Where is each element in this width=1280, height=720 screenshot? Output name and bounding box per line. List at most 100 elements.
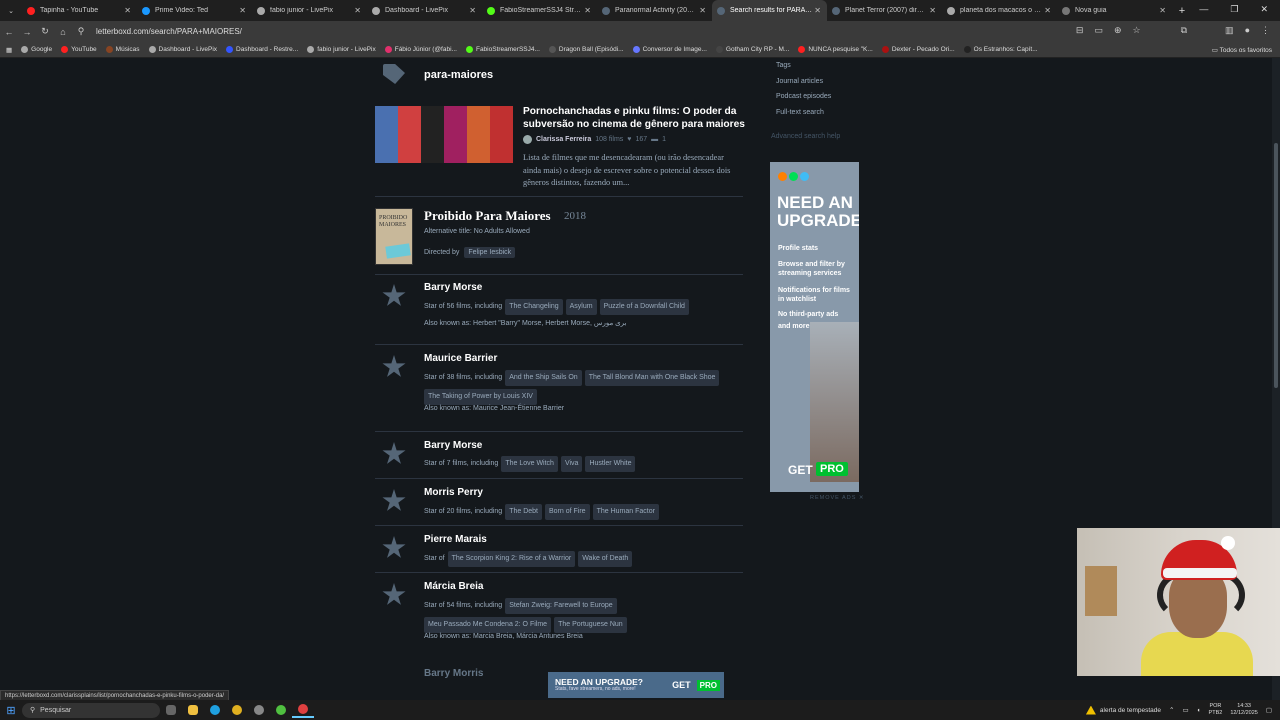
film-chip[interactable]: Stefan Zweig: Farewell to Europe	[505, 598, 617, 614]
bookmark-item[interactable]: Dexter - Pecado Ori...	[881, 46, 955, 53]
bookmark-item[interactable]: NUNCA pesquise "K...	[798, 46, 873, 53]
bookmark-item[interactable]: Dashboard - LivePix	[148, 46, 217, 53]
list-title[interactable]: Pornochanchadas e pinku films: O poder d…	[523, 105, 748, 131]
film-chip[interactable]: Hustler White	[585, 456, 636, 472]
film-chip[interactable]: The Taking of Power by Louis XIV	[424, 389, 537, 405]
sidebar-link[interactable]: Podcast episodes	[776, 89, 831, 105]
film-title[interactable]: Proibido Para Maiores	[424, 208, 551, 224]
film-chip[interactable]: Asylum	[565, 299, 597, 315]
bookmark-item[interactable]: Dashboard - Restre...	[226, 46, 298, 53]
film-chip[interactable]: Wake of Death	[578, 551, 633, 567]
minimize-icon[interactable]: —	[1199, 4, 1208, 15]
bookmark-item[interactable]: FabioStreamerSSJ4...	[465, 46, 540, 53]
bookmark-item[interactable]: Fábio Júnior (@fabi...	[384, 46, 457, 53]
remove-ads-link[interactable]: REMOVE ADS ✕	[810, 495, 865, 501]
browser-tab[interactable]: fabio junior - LivePix ✕	[252, 0, 367, 21]
extensions-icon[interactable]: ⧉	[1181, 25, 1187, 36]
profile-icon[interactable]: ●	[1245, 25, 1250, 36]
bookmark-item[interactable]: Google	[21, 46, 52, 53]
list-posters[interactable]	[375, 106, 513, 163]
network-icon[interactable]: ▭	[1182, 706, 1188, 714]
apps-icon[interactable]: ▦	[6, 46, 12, 54]
tray-chevron-icon[interactable]: ⌃	[1169, 706, 1174, 714]
film-chip[interactable]: The Scorpion King 2: Rise of a Warrior	[447, 551, 576, 567]
film-chip[interactable]: The Human Factor	[592, 504, 659, 520]
app-icon[interactable]	[270, 702, 292, 718]
menu-icon[interactable]: ⋮	[1261, 25, 1270, 36]
browser-tab[interactable]: Nova guia ✕	[1057, 0, 1172, 21]
cast-icon[interactable]: ▭	[1094, 25, 1103, 36]
edge-icon[interactable]	[204, 702, 226, 718]
tab-close-icon[interactable]: ✕	[354, 6, 361, 15]
bookmark-item[interactable]: Os Estranhos: Capít...	[963, 46, 1038, 53]
home-icon[interactable]: ⌂	[54, 27, 72, 37]
sidebar-link[interactable]: Journal articles	[776, 74, 831, 90]
tab-menu[interactable]: ⌄	[0, 0, 22, 21]
bookmark-item[interactable]: Gotham City RP - M...	[715, 46, 789, 53]
settings-icon[interactable]	[248, 702, 270, 718]
list-author[interactable]: Clarissa Ferreira	[536, 136, 591, 143]
bookmark-item[interactable]: Conversor de Image...	[632, 46, 707, 53]
tab-close-icon[interactable]: ✕	[814, 6, 821, 15]
film-chip[interactable]: Puzzle of a Downfall Child	[599, 299, 689, 315]
film-chip[interactable]: Viva	[560, 456, 583, 472]
install-icon[interactable]: ⊟	[1076, 25, 1084, 36]
tab-close-icon[interactable]: ✕	[239, 6, 246, 15]
film-chip[interactable]: Meu Passado Me Condena 2: O Filme	[424, 617, 552, 633]
browser-tab[interactable]: FabioStreamerSSJ4 Stream - V✕	[482, 0, 597, 21]
windows-start-icon[interactable]: ⊞	[0, 704, 22, 717]
tab-close-icon[interactable]: ✕	[699, 6, 706, 15]
site-info-icon[interactable]: ⚲	[72, 26, 90, 37]
url-field[interactable]: letterboxd.com/search/PARA+MAIORES/	[96, 27, 242, 36]
film-chip[interactable]: The Portuguese Nun	[554, 617, 627, 633]
all-favorites[interactable]: ▭ Todos os favoritos	[1212, 46, 1272, 54]
zoom-icon[interactable]: ⊕	[1114, 25, 1122, 36]
browser-tab[interactable]: Prime Video: Ted ✕	[137, 0, 252, 21]
bookmark-item[interactable]: YouTube	[61, 46, 97, 53]
close-window-icon[interactable]: ✕	[1260, 4, 1268, 15]
ad-pro-badge[interactable]: PRO	[816, 462, 848, 476]
taskbar-search[interactable]: ⚲ Pesquisar	[22, 702, 160, 718]
tag-result-link[interactable]: para-maiores	[424, 69, 493, 81]
task-view-icon[interactable]	[160, 702, 182, 718]
bookmark-item[interactable]: Músicas	[105, 46, 140, 53]
browser-tab[interactable]: Search results for PARA MAIO✕	[712, 0, 827, 21]
scrollbar-thumb[interactable]	[1274, 143, 1278, 388]
person-name[interactable]: Maurice Barrier	[424, 353, 497, 364]
clock[interactable]: 14:33 12/12/2025	[1230, 703, 1258, 717]
film-chip[interactable]: The Tall Blond Man with One Black Shoe	[584, 370, 720, 386]
volume-icon[interactable]: ◖	[1197, 707, 1201, 714]
browser-tab[interactable]: Paranormal Activity (2007) di ✕	[597, 0, 712, 21]
film-year[interactable]: 2018	[564, 210, 586, 222]
person-name[interactable]: Barry Morse	[424, 282, 482, 293]
chrome-active-icon[interactable]	[292, 702, 314, 718]
tab-close-icon[interactable]: ✕	[1159, 6, 1166, 15]
sidebar-link[interactable]: Tags	[776, 58, 831, 74]
back-icon[interactable]: ←	[0, 27, 18, 37]
browser-tab[interactable]: Planet Terror (2007) directed ✕	[827, 0, 942, 21]
weather-widget[interactable]: alerta de tempestade	[1085, 705, 1161, 715]
person-name[interactable]: Pierre Marais	[424, 534, 487, 545]
avatar[interactable]	[523, 135, 532, 144]
bottom-ad-pro[interactable]: PRO	[696, 679, 720, 691]
browser-tab[interactable]: Tapinha - YouTube ✕	[22, 0, 137, 21]
tab-close-icon[interactable]: ✕	[469, 6, 476, 15]
upgrade-ad[interactable]: NEED AN UPGRADE? Profile stats Browse and…	[770, 162, 859, 492]
person-name[interactable]: Morris Perry	[424, 487, 483, 498]
film-poster[interactable]: PROIBIDO MAIORES	[375, 208, 413, 265]
tab-close-icon[interactable]: ✕	[929, 6, 936, 15]
director-chip[interactable]: Felipe Iesbick	[464, 247, 516, 258]
notifications-icon[interactable]: ▢	[1266, 706, 1272, 714]
browser-tab[interactable]: planeta dos macacos o confr ✕	[942, 0, 1057, 21]
tab-close-icon[interactable]: ✕	[1044, 6, 1051, 15]
person-name[interactable]: Márcia Breia	[424, 581, 483, 592]
file-explorer-icon[interactable]	[182, 702, 204, 718]
browser-tab[interactable]: Dashboard - LivePix ✕	[367, 0, 482, 21]
advanced-search-help-link[interactable]: Advanced search help	[771, 133, 840, 140]
reload-icon[interactable]: ↻	[36, 26, 54, 37]
bottom-upgrade-ad[interactable]: NEED AN UPGRADE? Stats, fave streamers, …	[548, 672, 724, 698]
tab-close-icon[interactable]: ✕	[584, 6, 591, 15]
language-indicator[interactable]: POR PTB2	[1209, 703, 1223, 717]
film-chip[interactable]: The Love Witch	[501, 456, 558, 472]
bookmark-item[interactable]: Dragon Ball (Episódi...	[548, 46, 624, 53]
